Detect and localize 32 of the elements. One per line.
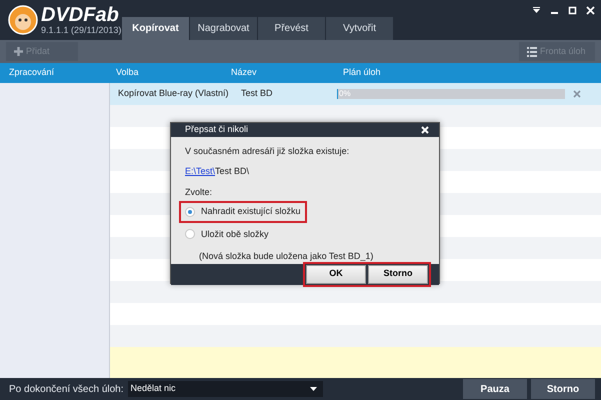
note-text: (Nová složka bude uložena jako Test BD_1) xyxy=(198,250,374,263)
column-header: Zpracování xyxy=(8,66,56,80)
dialog-message: V současném adresáři již složka existuje: xyxy=(185,144,350,158)
dialog-title: Přepsat či nikoli xyxy=(185,123,248,136)
column-header: Plán úloh xyxy=(342,66,382,80)
close-icon[interactable] xyxy=(421,126,429,134)
caret-icon xyxy=(310,387,317,391)
radio-option[interactable]: Nahradit existující složku xyxy=(181,203,305,220)
path-text: Test BD\ xyxy=(215,166,250,176)
action-button[interactable]: Pauza xyxy=(463,379,527,399)
version-text: 9.1.1.1 (29/11/2013) xyxy=(41,25,122,35)
tab[interactable]: Vytvořit xyxy=(326,17,393,40)
path-link[interactable]: E:\Test\ xyxy=(185,166,216,176)
logo-icon xyxy=(8,5,38,35)
radio-option[interactable]: Uložit obě složky xyxy=(181,226,273,243)
dialog-button[interactable]: OK xyxy=(306,264,366,284)
dropdown-icon[interactable] xyxy=(532,6,541,15)
completion-label: Po dokončení všech úloh: xyxy=(9,382,124,396)
completion-select[interactable]: Nedělat nic xyxy=(128,381,323,397)
maximize-icon[interactable] xyxy=(568,6,577,15)
list-icon xyxy=(527,46,537,56)
column-header: Volba xyxy=(115,66,140,80)
tab[interactable]: Převést xyxy=(258,17,325,40)
plus-icon xyxy=(14,47,23,56)
logo-text: DVDFab xyxy=(41,5,120,25)
dialog-button[interactable]: Storno xyxy=(368,264,428,284)
close-icon[interactable] xyxy=(586,6,595,15)
tab[interactable]: Nagrabovat xyxy=(190,17,257,40)
action-button[interactable]: Storno xyxy=(531,379,595,399)
tab[interactable]: Kopírovat xyxy=(122,17,189,40)
column-header: Název xyxy=(230,66,258,80)
prompt-text: Zvolte: xyxy=(185,186,214,198)
